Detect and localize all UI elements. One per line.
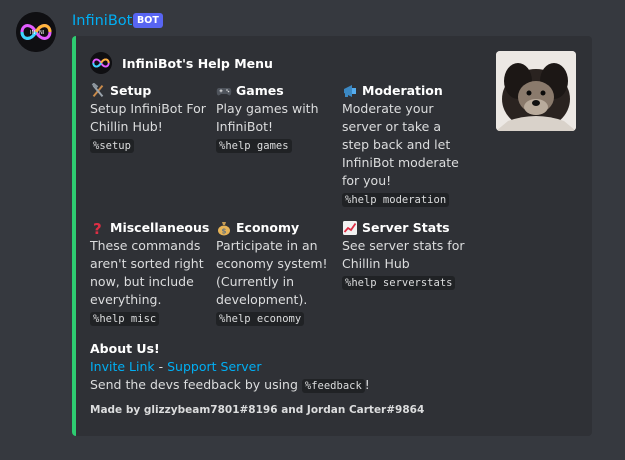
megaphone-icon [342,83,358,99]
field-desc: Moderate your server or take a step back… [342,101,459,188]
help-embed: InfiniBot's Help Menu Setup Setup Infini… [72,36,592,436]
link-separator: - [154,359,168,374]
feedback-command: %feedback [301,379,365,393]
embed-author: InfiniBot's Help Menu [90,52,273,74]
chart-increasing-icon [342,220,358,236]
field-title: Economy [236,220,300,235]
question-mark-icon: ? [90,220,106,238]
field-games: Games Play games with InfiniBot! %help g… [216,82,341,155]
money-bag-icon: $ [216,220,232,236]
field-title: Miscellaneous [110,220,210,235]
about-section: About Us! Invite Link - Support Server S… [90,340,370,395]
field-desc: See server stats for Chillin Hub [342,238,465,271]
feedback-line: Send the devs feedback by using %feedbac… [90,376,370,395]
svg-text:IN: IN [30,30,35,36]
field-title: Moderation [362,83,443,98]
author-icon [90,52,112,74]
invite-link[interactable]: Invite Link [90,359,155,374]
field-title: Games [236,83,284,98]
field-title: Server Stats [362,220,450,235]
svg-text:$: $ [222,228,227,236]
hammer-and-wrench-icon [90,82,106,99]
field-miscellaneous: ? Miscellaneous These commands aren't so… [90,219,215,328]
field-command: %help moderation [342,193,450,207]
field-command: %help economy [216,312,305,326]
field-desc: Participate in an economy system! (Curre… [216,238,328,307]
username[interactable]: InfiniBot [72,12,132,30]
links-line: Invite Link - Support Server [90,358,370,376]
field-command: %help serverstats [342,276,456,290]
feedback-text: Send the devs feedback by using [90,377,302,392]
svg-text:NI: NI [39,30,44,36]
field-desc: Setup InfiniBot For Chillin Hub! [90,101,206,134]
embed-thumbnail[interactable] [496,51,576,131]
game-controller-icon [216,83,232,99]
field-moderation: Moderation Moderate your server or take … [342,82,467,209]
field-command: %setup [90,139,134,153]
embed-footer: Made by glizzybeam7801#8196 and Jordan C… [90,404,425,416]
field-desc: These commands aren't sorted right now, … [90,238,204,307]
field-title: Setup [110,83,152,98]
field-command: %help misc [90,312,160,326]
bot-tag: BOT [133,13,163,28]
support-server-link[interactable]: Support Server [167,359,261,374]
svg-text:?: ? [93,220,102,236]
bot-avatar[interactable]: IN NI [16,12,56,52]
feedback-end: ! [364,377,370,392]
field-desc: Play games with InfiniBot! [216,101,319,134]
about-title: About Us! [90,341,160,356]
embed-author-name: InfiniBot's Help Menu [122,55,273,71]
field-setup: Setup Setup InfiniBot For Chillin Hub! %… [90,82,215,155]
field-server-stats: Server Stats See server stats for Chilli… [342,219,467,292]
field-economy: $ Economy Participate in an economy syst… [216,219,341,328]
field-command: %help games [216,139,292,153]
